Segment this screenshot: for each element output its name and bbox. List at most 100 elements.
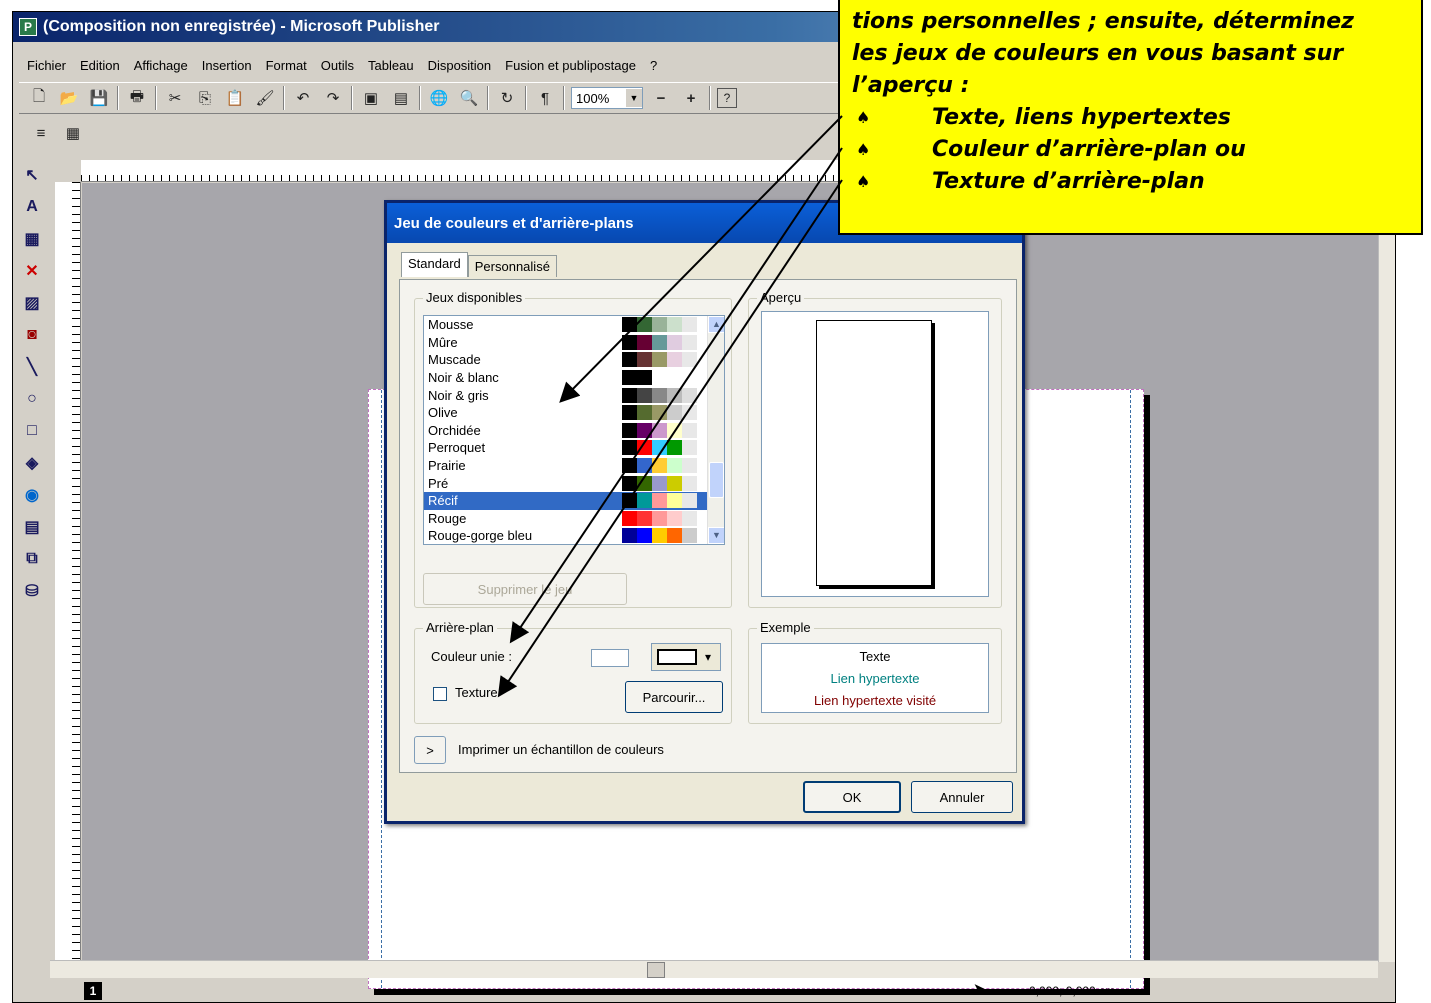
menu-edition[interactable]: Edition: [80, 58, 120, 73]
scroll-down-icon[interactable]: ▼: [708, 527, 724, 544]
undo-icon[interactable]: ↶: [291, 86, 315, 110]
chevron-down-icon[interactable]: ▼: [626, 89, 642, 107]
print-preview-icon[interactable]: 🔍: [457, 86, 481, 110]
ok-button[interactable]: OK: [803, 781, 901, 813]
color-swatch: [652, 387, 667, 403]
scrollbar-thumb[interactable]: [709, 462, 724, 498]
rectangle-icon[interactable]: □: [19, 418, 45, 444]
autoshapes-icon[interactable]: ◈: [19, 450, 45, 476]
scheme-item[interactable]: Rouge: [424, 510, 724, 528]
align-icon[interactable]: ≡: [29, 121, 53, 145]
menu-tableau[interactable]: Tableau: [368, 58, 414, 73]
color-swatch: [622, 440, 637, 456]
wordart-icon[interactable]: ✕: [19, 258, 45, 284]
menu-outils[interactable]: Outils: [321, 58, 354, 73]
color-swatch: [667, 352, 682, 368]
menu-affichage[interactable]: Affichage: [134, 58, 188, 73]
scheme-item[interactable]: Pré: [424, 474, 724, 492]
scrollbar-thumb[interactable]: [647, 962, 665, 978]
scheme-item[interactable]: Mûre: [424, 334, 724, 352]
paste-icon[interactable]: 📋: [223, 86, 247, 110]
color-swatch: [667, 493, 682, 509]
table-icon[interactable]: ▦: [19, 226, 45, 252]
color-swatch: [682, 334, 697, 350]
bring-front-icon[interactable]: ▣: [359, 86, 383, 110]
scheme-item[interactable]: Rouge-gorge bleu: [424, 527, 724, 544]
scheme-swatches: [622, 475, 697, 491]
delete-scheme-button[interactable]: Supprimer le jeu: [423, 573, 627, 605]
page-indicator[interactable]: 1: [84, 982, 102, 1000]
menu-fichier[interactable]: Fichier: [27, 58, 66, 73]
color-swatch: [652, 475, 667, 491]
scheme-item[interactable]: Muscade: [424, 351, 724, 369]
color-swatch: [622, 510, 637, 526]
zoom-select[interactable]: 100% ▼: [571, 87, 643, 109]
web-preview-icon[interactable]: 🌐: [427, 86, 451, 110]
background-group: Arrière-plan Couleur unie : ▾ Texture Pa…: [414, 620, 732, 724]
help-button[interactable]: ?: [717, 88, 737, 108]
toolbar-separator: [351, 86, 353, 110]
pilcrow-icon[interactable]: ¶: [533, 86, 557, 110]
zoom-in-button[interactable]: +: [679, 86, 703, 110]
zoom-out-button[interactable]: −: [649, 86, 673, 110]
scheme-item[interactable]: Récif: [424, 491, 724, 510]
color-swatch: [682, 352, 697, 368]
objects-icon[interactable]: ⧉: [19, 546, 45, 572]
cursor-position-icon: ➤: [973, 980, 985, 996]
scroll-up-icon[interactable]: ▲: [708, 316, 724, 333]
scheme-list[interactable]: Mousse Mûre Muscade Noir & blanc Noir & gris…: [423, 315, 725, 545]
scheme-item[interactable]: Perroquet: [424, 439, 724, 457]
dialog-tabs: Standard Personnalisé: [401, 252, 557, 277]
scheme-item[interactable]: Olive: [424, 404, 724, 422]
browse-button[interactable]: Parcourir...: [625, 681, 723, 713]
print-icon[interactable]: 🖶: [125, 86, 149, 110]
scheme-item[interactable]: Noir & gris: [424, 386, 724, 404]
menu-help[interactable]: ?: [650, 58, 657, 73]
save-icon[interactable]: 💾: [87, 86, 111, 110]
design-gallery-icon[interactable]: ⛁: [19, 578, 45, 604]
pointer-icon[interactable]: ↖: [19, 162, 45, 188]
solid-color-dropdown[interactable]: ▾: [651, 643, 721, 671]
scheme-name: Prairie: [428, 458, 466, 474]
formatting-toolbar: ≡ ▦: [19, 118, 109, 148]
margin-guide: [381, 390, 382, 988]
menu-disposition[interactable]: Disposition: [428, 58, 492, 73]
chevron-down-icon[interactable]: ▾: [705, 650, 711, 664]
line-icon[interactable]: ╲: [19, 354, 45, 380]
web-icon[interactable]: ◉: [19, 482, 45, 508]
oval-icon[interactable]: ○: [19, 386, 45, 412]
scheme-item[interactable]: Prairie: [424, 457, 724, 475]
expand-print-sample-button[interactable]: >: [414, 736, 446, 764]
color-swatch: [682, 528, 697, 544]
picture-icon[interactable]: ▨: [19, 290, 45, 316]
scheme-item[interactable]: Orchidée: [424, 422, 724, 440]
menu-fusion[interactable]: Fusion et publipostage: [505, 58, 636, 73]
menu-format[interactable]: Format: [266, 58, 307, 73]
tab-standard[interactable]: Standard: [401, 252, 468, 277]
form-icon[interactable]: ▤: [19, 514, 45, 540]
properties-icon[interactable]: ▦: [61, 121, 85, 145]
send-back-icon[interactable]: ▤: [389, 86, 413, 110]
rotate-icon[interactable]: ↻: [495, 86, 519, 110]
new-document-icon[interactable]: 🗋: [27, 86, 51, 110]
cut-icon[interactable]: ✂: [163, 86, 187, 110]
clipart-icon[interactable]: ◙: [19, 322, 45, 348]
copy-icon[interactable]: ⎘: [193, 86, 217, 110]
vertical-scrollbar[interactable]: [1378, 162, 1395, 962]
open-folder-icon[interactable]: 📂: [57, 86, 81, 110]
text-box-icon[interactable]: A: [19, 194, 45, 220]
color-swatch: [622, 317, 637, 333]
tab-personnalise[interactable]: Personnalisé: [467, 255, 557, 277]
menu-insertion[interactable]: Insertion: [202, 58, 252, 73]
format-painter-icon[interactable]: 🖌: [253, 86, 277, 110]
vertical-ruler[interactable]: [55, 182, 81, 972]
scheme-item[interactable]: Mousse: [424, 316, 724, 334]
cancel-button[interactable]: Annuler: [911, 781, 1013, 813]
list-scrollbar[interactable]: ▲ ▼: [707, 316, 724, 544]
texture-checkbox[interactable]: [433, 687, 447, 701]
color-swatch: [682, 493, 697, 509]
redo-icon[interactable]: ↷: [321, 86, 345, 110]
scheme-item[interactable]: Noir & blanc: [424, 369, 724, 387]
spade-icon: ♠: [856, 140, 871, 159]
horizontal-scrollbar[interactable]: [50, 960, 1378, 978]
